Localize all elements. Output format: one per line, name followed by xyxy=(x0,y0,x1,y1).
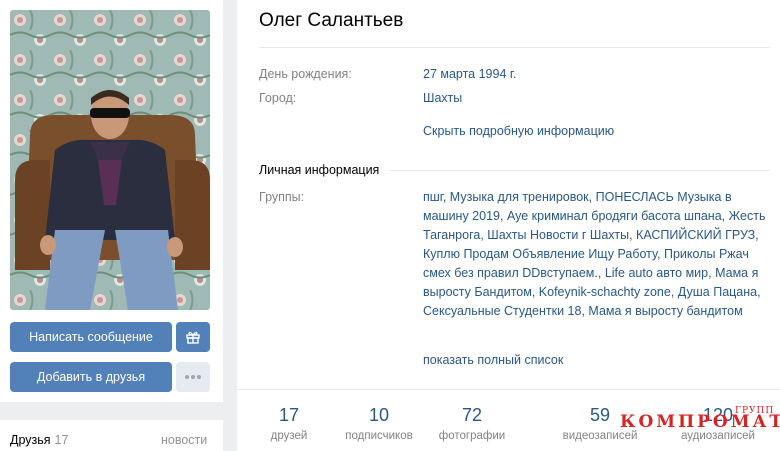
counter-value: 17 xyxy=(278,405,300,425)
profile-photo[interactable] xyxy=(10,10,210,310)
profile-counters: 17 друзей 10 подписчиков 72 фотографии 5… xyxy=(237,405,780,451)
friends-block-title[interactable]: Друзья 17 xyxy=(10,433,68,447)
group-link[interactable]: КАСПИЙСКИЙ ГРУЗ xyxy=(636,228,755,242)
add-friend-button[interactable]: Добавить в друзья xyxy=(10,362,172,392)
friends-count: 17 xyxy=(54,433,69,447)
groups-list: пшг, Музыка для тренировок, ПОНЕСЛАСЬ Му… xyxy=(423,188,768,321)
divider xyxy=(389,169,770,171)
page-title: Олег Салантьев xyxy=(259,10,404,31)
birthday-label: День рождения: xyxy=(259,67,352,81)
group-separator: , xyxy=(531,285,539,299)
personal-info-title: Личная информация xyxy=(259,163,380,177)
gift-icon xyxy=(186,331,200,344)
group-link[interactable]: Душа Пацана xyxy=(678,285,757,299)
counter-photos[interactable]: 72 фотографии xyxy=(422,405,522,442)
show-full-list-link[interactable]: показать полный список xyxy=(423,353,563,367)
group-link[interactable]: Музыка для тренировок xyxy=(450,190,589,204)
group-link[interactable]: пшг xyxy=(423,190,443,204)
group-separator: , xyxy=(629,228,637,242)
counter-label: фотографии xyxy=(438,430,506,442)
more-actions-button[interactable] xyxy=(176,362,210,392)
group-separator: , xyxy=(670,285,678,299)
profile-photo-image xyxy=(10,10,210,310)
counter-videos[interactable]: 59 видеозаписей xyxy=(550,405,650,442)
profile-main: Олег Салантьев День рождения: 27 марта 1… xyxy=(237,0,780,451)
hide-details-link[interactable]: Скрыть подробную информацию xyxy=(423,124,614,138)
group-separator: , xyxy=(657,247,664,261)
group-separator: , xyxy=(757,285,761,299)
counter-label: аудиозаписей xyxy=(681,430,755,442)
counter-value: 72 xyxy=(461,405,483,425)
group-separator: , xyxy=(721,209,729,223)
divider xyxy=(259,47,770,48)
counter-value: 120 xyxy=(702,405,734,425)
friends-news-link[interactable]: новости xyxy=(161,433,207,447)
group-separator: , xyxy=(597,266,605,280)
group-separator: , xyxy=(442,190,450,204)
group-link[interactable]: Life auto авто мир xyxy=(605,266,708,280)
group-link[interactable]: Ауе криминал бродяги басота шпана xyxy=(507,209,722,223)
counter-friends[interactable]: 17 друзей xyxy=(239,405,339,442)
counter-value: 10 xyxy=(368,405,390,425)
counter-label: друзей xyxy=(270,430,308,442)
friends-title-label: Друзья xyxy=(10,433,51,447)
group-link[interactable]: Куплю Продам Объявление Ищу Работу xyxy=(423,247,657,261)
profile-left-column: Написать сообщение Добавить в друзья xyxy=(0,0,223,402)
city-label: Город: xyxy=(259,91,297,105)
divider xyxy=(237,389,780,390)
counter-followers[interactable]: 10 подписчиков xyxy=(329,405,429,442)
birthday-value[interactable]: 27 марта 1994 г. xyxy=(423,67,516,81)
group-link[interactable]: Мама я выросту бандитом xyxy=(588,304,742,318)
more-dots-icon xyxy=(185,375,201,379)
group-separator: , xyxy=(755,228,759,242)
group-link[interactable]: Шахты Новости г Шахты xyxy=(487,228,629,242)
send-message-button[interactable]: Написать сообщение xyxy=(10,322,172,352)
group-link[interactable]: Kofeynik-schachty zone xyxy=(539,285,671,299)
personal-info-header: Личная информация xyxy=(259,162,770,178)
group-separator: , xyxy=(500,209,507,223)
counter-audio[interactable]: 120 аудиозаписей xyxy=(668,405,768,442)
counter-label: видеозаписей xyxy=(562,430,638,442)
city-value[interactable]: Шахты xyxy=(423,91,462,105)
counter-value: 59 xyxy=(589,405,611,425)
friends-block: Друзья 17 новости xyxy=(0,420,223,451)
counter-label: подписчиков xyxy=(345,430,413,442)
send-gift-button[interactable] xyxy=(176,322,210,352)
group-link[interactable]: Сексуальные Студентки 18 xyxy=(423,304,581,318)
group-separator: , xyxy=(588,190,596,204)
groups-label: Группы: xyxy=(259,190,305,204)
